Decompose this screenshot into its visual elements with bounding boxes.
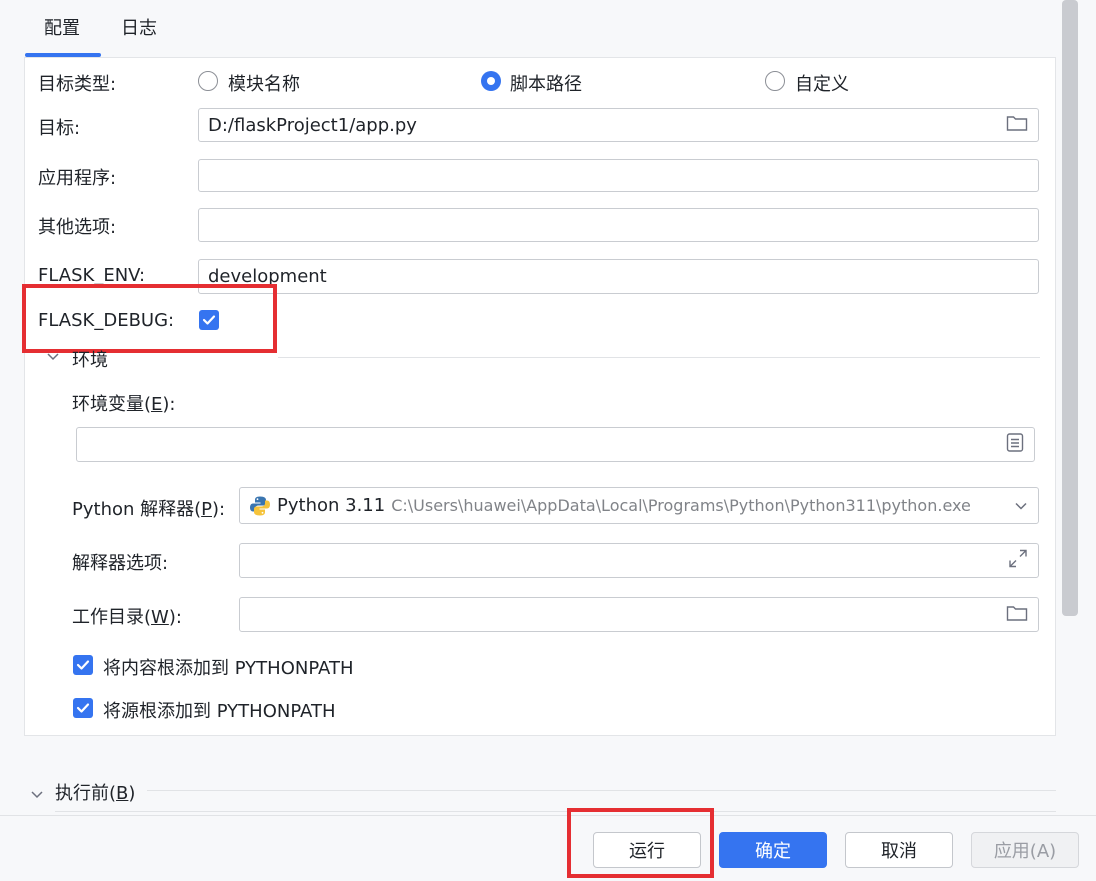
- chevron-down-icon[interactable]: [46, 346, 60, 367]
- env-vars-input[interactable]: [86, 434, 1034, 455]
- vertical-scrollbar[interactable]: [1062, 0, 1078, 616]
- flask-env-field[interactable]: development: [198, 259, 1039, 294]
- tab-logs[interactable]: 日志: [121, 14, 157, 40]
- document-icon[interactable]: [1006, 432, 1024, 457]
- other-options-input[interactable]: [208, 214, 1038, 236]
- environment-divider: [278, 357, 1040, 358]
- apply-button[interactable]: 应用(A): [971, 832, 1079, 868]
- run-button-highlight-box: [567, 808, 714, 878]
- add-source-roots-checkbox[interactable]: [73, 698, 93, 718]
- check-icon: [76, 703, 90, 713]
- interpreter-options-input[interactable]: [249, 550, 1038, 571]
- before-launch-label[interactable]: 执行前(B): [55, 779, 135, 805]
- chevron-down-icon[interactable]: [1014, 495, 1028, 516]
- other-options-field[interactable]: [198, 208, 1039, 242]
- radio-script-path[interactable]: [481, 71, 501, 91]
- expand-icon[interactable]: [1008, 548, 1028, 573]
- footer-divider: [0, 815, 1096, 816]
- working-dir-label: 工作目录(W):: [72, 607, 182, 628]
- interpreter-label: Python 解释器(P):: [72, 499, 226, 520]
- working-dir-input[interactable]: [249, 604, 1038, 625]
- target-type-label: 目标类型:: [38, 74, 117, 95]
- application-field[interactable]: [198, 159, 1039, 192]
- target-label: 目标:: [38, 118, 81, 139]
- other-options-label: 其他选项:: [38, 217, 117, 238]
- tab-config[interactable]: 配置: [44, 14, 80, 40]
- working-dir-field[interactable]: [239, 597, 1039, 632]
- env-vars-label: 环境变量(E):: [72, 394, 176, 415]
- before-launch-divider: [147, 790, 1056, 791]
- radio-module-name[interactable]: [198, 71, 218, 91]
- add-source-roots-label[interactable]: 将源根添加到 PYTHONPATH: [103, 697, 336, 723]
- flask-env-label: FLASK_ENV:: [38, 265, 146, 286]
- add-content-roots-checkbox[interactable]: [73, 655, 93, 675]
- ok-button[interactable]: 确定: [719, 832, 827, 868]
- env-vars-field[interactable]: [76, 427, 1035, 462]
- folder-icon[interactable]: [1006, 114, 1028, 137]
- python-icon: [249, 495, 271, 517]
- check-icon: [76, 660, 90, 670]
- radio-module-name-label[interactable]: 模块名称: [228, 70, 300, 96]
- interpreter-options-label: 解释器选项:: [72, 553, 169, 574]
- interpreter-name: Python 3.11: [277, 495, 386, 516]
- application-label: 应用程序:: [38, 168, 117, 189]
- environment-section-label[interactable]: 环境: [72, 346, 108, 372]
- chevron-down-icon[interactable]: [30, 784, 44, 805]
- target-field[interactable]: D:/flaskProject1/app.py: [198, 108, 1039, 142]
- interpreter-select[interactable]: Python 3.11 C:\Users\huawei\AppData\Loca…: [239, 487, 1039, 524]
- flask-debug-highlight-box: [22, 284, 277, 353]
- radio-script-path-label[interactable]: 脚本路径: [510, 70, 582, 96]
- radio-custom[interactable]: [765, 71, 785, 91]
- target-value: D:/flaskProject1/app.py: [208, 114, 417, 136]
- folder-icon[interactable]: [1006, 603, 1028, 626]
- application-input[interactable]: [208, 165, 1038, 186]
- before-launch-bottom-divider: [55, 811, 1056, 812]
- cancel-button[interactable]: 取消: [845, 832, 953, 868]
- interpreter-path: C:\Users\huawei\AppData\Local\Programs\P…: [391, 496, 971, 515]
- radio-custom-label[interactable]: 自定义: [795, 70, 849, 96]
- interpreter-options-field[interactable]: [239, 543, 1039, 578]
- add-content-roots-label[interactable]: 将内容根添加到 PYTHONPATH: [103, 654, 354, 680]
